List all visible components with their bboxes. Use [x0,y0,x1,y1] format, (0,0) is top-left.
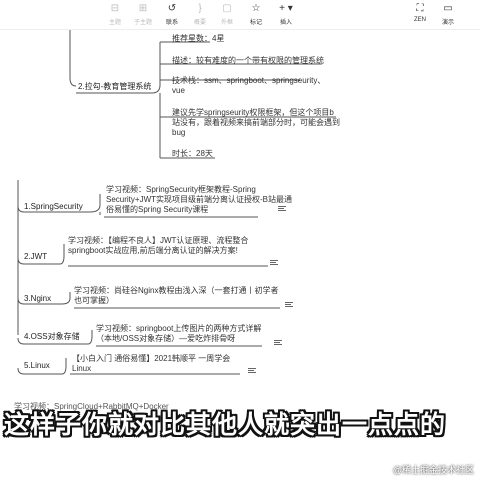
note-linux[interactable]: 【小白入门 通俗易懂】2021韩顺平 一周学会Linux [72,354,248,374]
note-lines-icon [274,340,282,345]
summary-icon: } [198,3,202,14]
connector-spine [69,30,77,87]
marker-button[interactable]: ☆ 标记 [241,3,271,26]
zen-mode-icon: ⛶ [416,3,424,14]
video-subtitle: 这样子你就对比其他人就突出一点点的 [4,410,447,439]
note-oss-storage[interactable]: 学习视频：springboot上传图片的两种方式详解（本地/OSS对象存储）—爱… [96,324,272,344]
detail-tech-stack[interactable]: 技术栈：ssm、springboot、springseurity、vue [172,76,332,96]
detail-description[interactable]: 描述：较有难度的一个带有权限的管理系统 [172,56,342,66]
node-linux[interactable]: 5.Linux [24,361,50,371]
summary-button[interactable]: } 概要 [185,3,215,26]
note-lines-icon [248,368,256,373]
node-jwt[interactable]: 2.JWT [24,252,47,262]
zen-button[interactable]: ⛶ ZEN [405,3,435,23]
note-lines-icon [270,260,278,265]
insert-button[interactable]: + ▾ 插入 [271,3,301,26]
boundary-icon: ▢ [222,3,232,14]
mindmap-toolbar: ⊟ 主题 ⊞ 子主题 ↺ 联系 } 概要 ▢ 外框 ☆ 标记 + ▾ 插入 ⛶ … [0,0,480,30]
node-nginx[interactable]: 3.Nginx [24,294,51,304]
star-marker-icon: ☆ [251,3,261,14]
node-lagou[interactable]: 2.拉勾-教育管理系统 [78,82,151,92]
add-sibling-icon: ⊟ [110,3,120,14]
topic-button[interactable]: ⊟ 主题 [100,3,130,26]
boundary-button[interactable]: ▢ 外框 [212,3,242,26]
note-springsecurity[interactable]: 学习视频：SpringSecurity框架教程-Spring Security+… [106,185,292,215]
presentation-icon: ▭ [443,3,453,14]
node-springsecurity[interactable]: 1.SpringSecurity [24,202,83,212]
note-jwt[interactable]: 学习视频：【编程不良人】JWT认证原理、流程整合springboot实战应用,前… [68,236,268,256]
note-lines-icon [285,302,293,307]
detail-advice[interactable]: 建议先学springseurity权限框架，但这个项目b站没有，跟着视频来搞前端… [172,108,340,138]
add-child-icon: ⊞ [138,3,148,14]
presentation-button[interactable]: ▭ 演示 [433,3,463,26]
subtopic-button[interactable]: ⊞ 子主题 [128,3,158,26]
insert-plus-icon: + ▾ [279,3,293,14]
detail-duration[interactable]: 时长：28天 [172,149,252,159]
link-relation-icon: ↺ [167,3,177,14]
detail-stars[interactable]: 推荐星数：4星 [172,34,322,44]
connector-lagou-bracket [151,42,161,158]
watermark: @稀土掘金技术社区 [392,465,474,475]
relation-button[interactable]: ↺ 联系 [157,3,187,26]
note-lines-icon [278,206,286,211]
note-nginx[interactable]: 学习视频：尚硅谷Nginx教程由浅入深（一套打通丨初学者也可掌握） [74,286,284,306]
node-oss-storage[interactable]: 4.OSS对象存储 [24,332,80,342]
